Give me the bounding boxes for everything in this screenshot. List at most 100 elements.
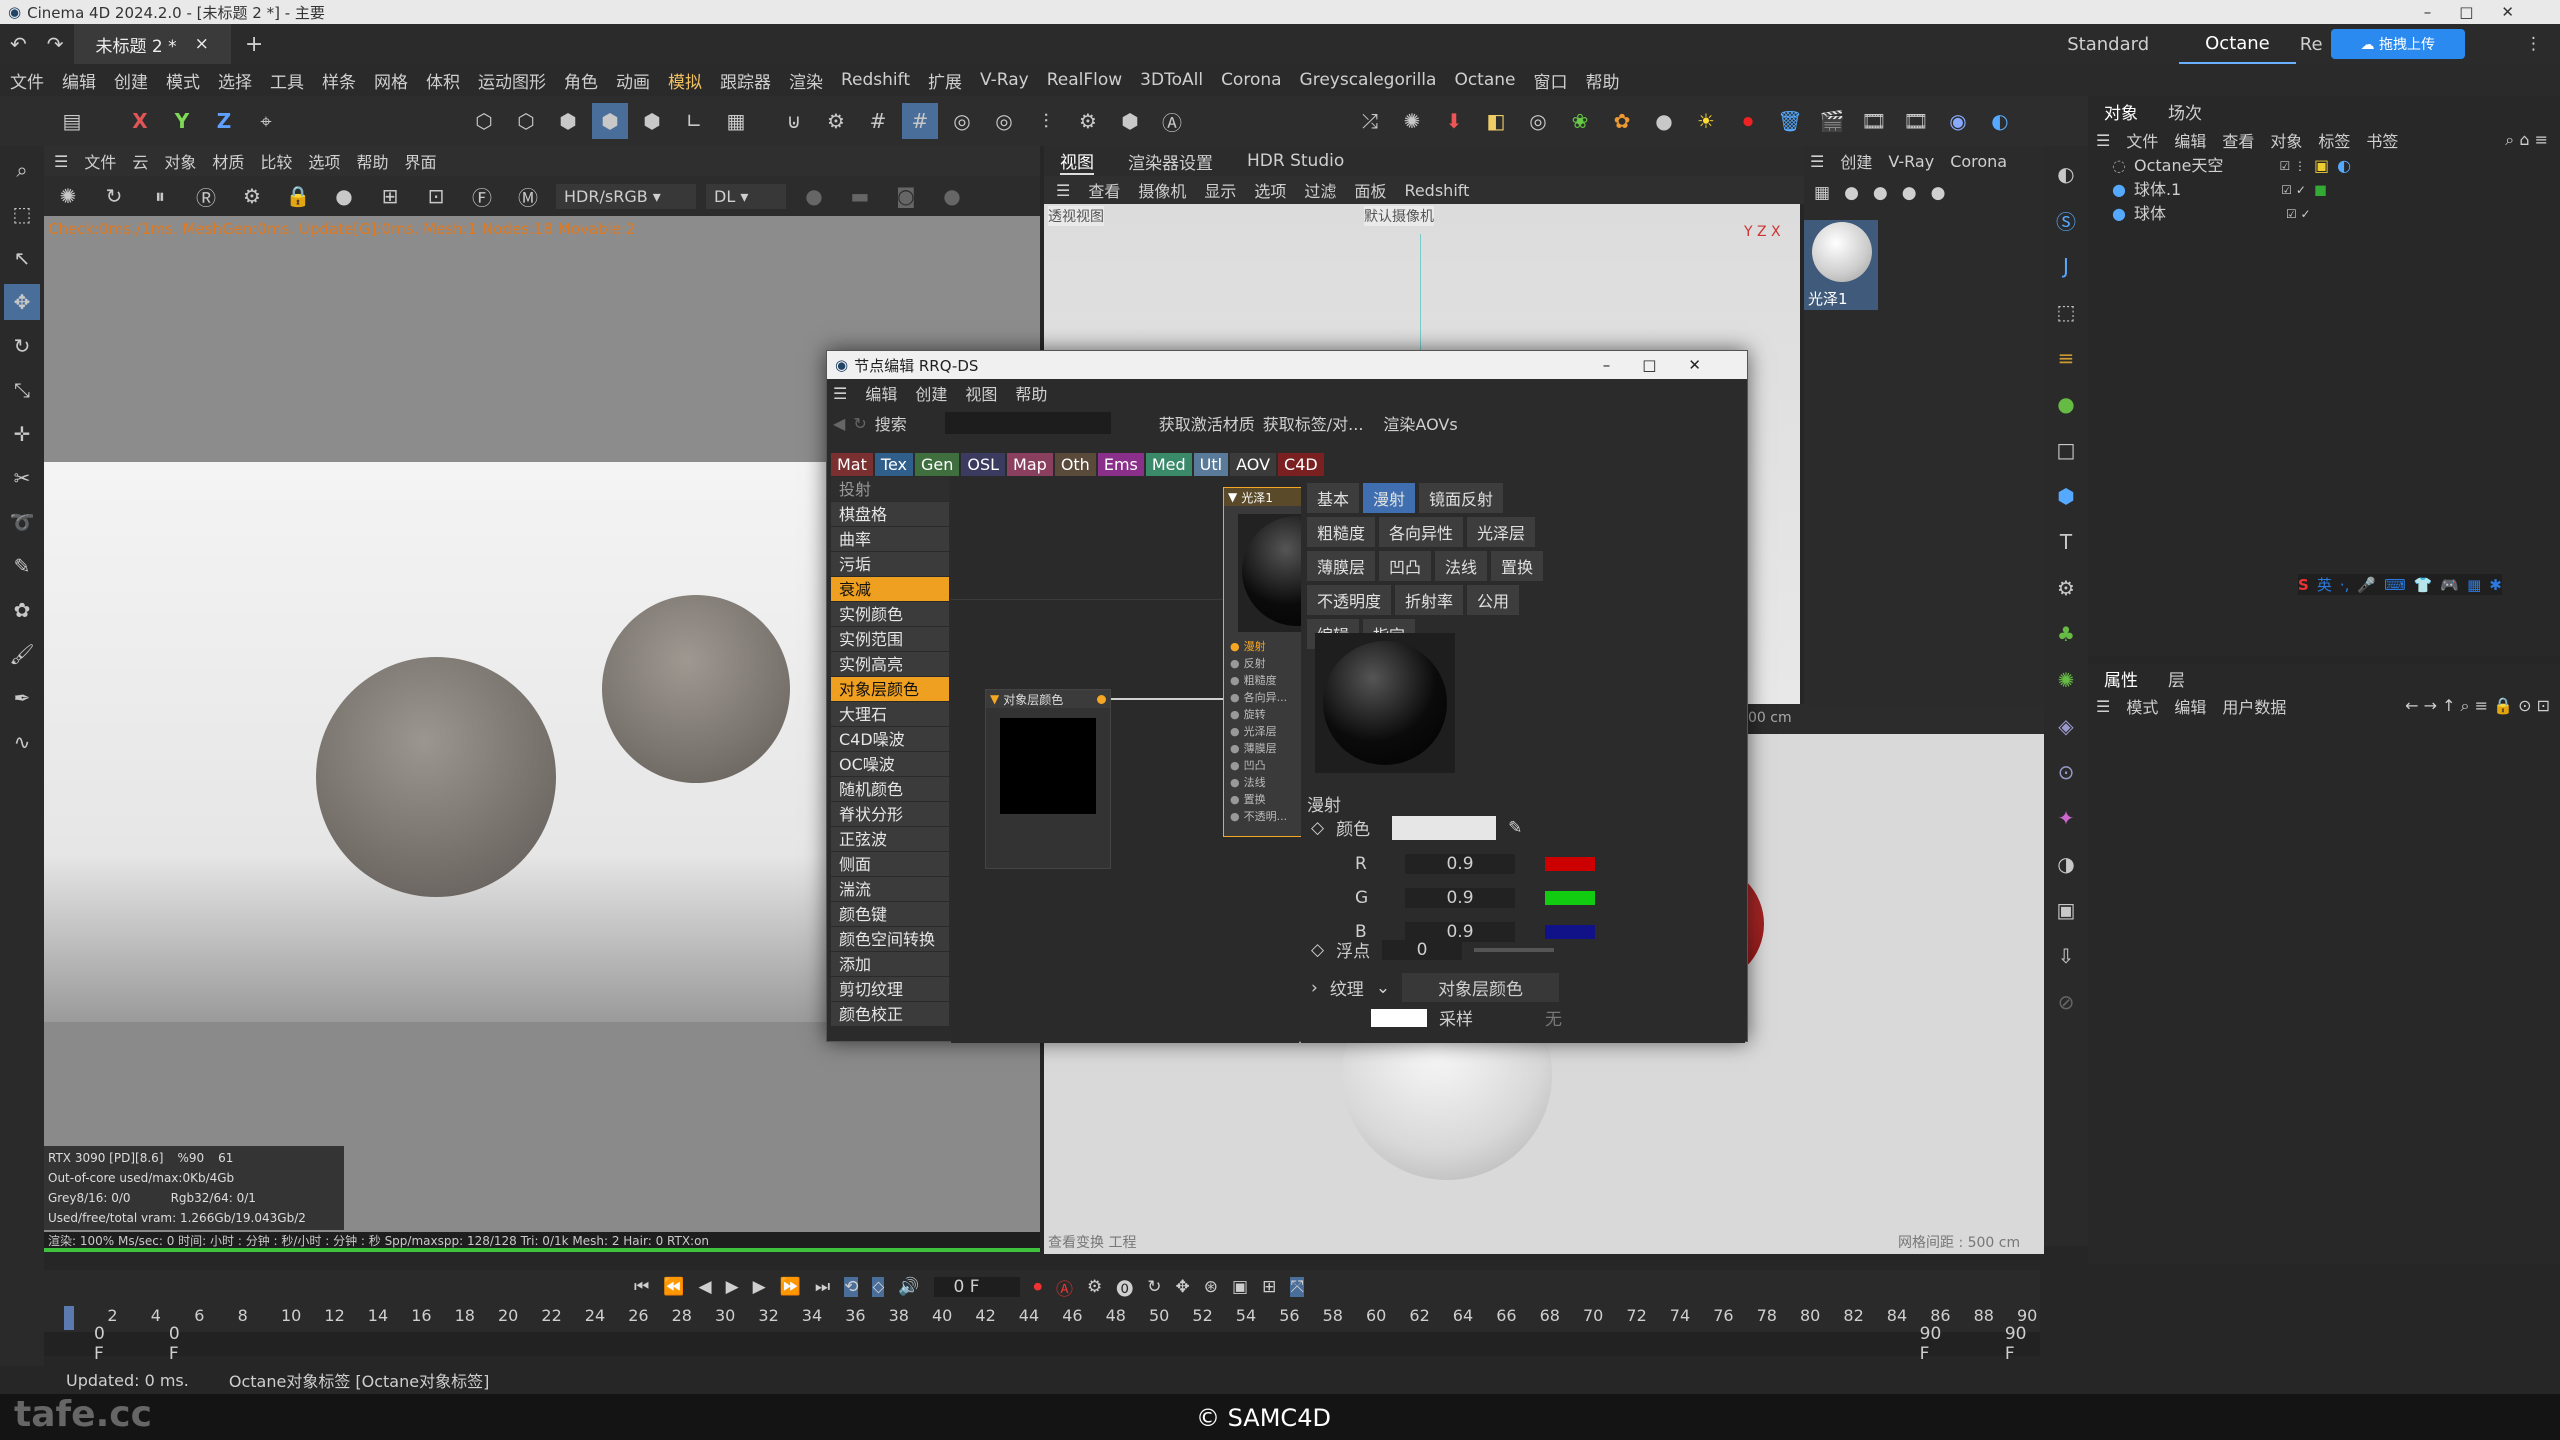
obj-menu-tags[interactable]: 标签 [2318,128,2350,152]
attr-menu-edit[interactable]: 编辑 [2174,694,2206,718]
node-tab-gen[interactable]: Gen [914,453,960,476]
node-tab-tex[interactable]: Tex [874,453,913,476]
menu-window[interactable]: 窗口 [1533,68,1567,93]
more-icon[interactable]: ⋮ [2525,34,2560,54]
node-list-item[interactable]: 脊状分形 [831,802,949,827]
node-list-item[interactable]: 剪切纹理 [831,977,949,1002]
prop-tab[interactable]: 薄膜层 [1307,551,1376,581]
octane-link-icon[interactable]: ⊙ [2048,754,2084,790]
lv-m-icon[interactable]: Ⓜ [510,178,546,214]
move-icon[interactable]: ✥ [4,284,40,320]
texture-dropdown-icon[interactable]: ⌄ [1376,978,1390,998]
material-tag-icon[interactable]: ◼ [2314,178,2327,202]
octane-video-icon[interactable]: ▣ [2048,892,2084,928]
new-tab-button[interactable]: + [231,32,277,57]
lv-render-icon[interactable]: ✺ [50,178,86,214]
menu-create[interactable]: 创建 [114,68,148,93]
ime-settings[interactable]: ✱ [2489,576,2502,594]
lv-menu-file[interactable]: 文件 [84,149,116,173]
brush-icon[interactable]: 🖌 [4,636,40,672]
menu-simulate[interactable]: 模拟 [668,68,702,93]
octane-square-icon[interactable]: □ [2048,432,2084,468]
menu-mode[interactable]: 模式 [166,68,200,93]
prop-tab[interactable]: 法线 [1435,551,1488,581]
prop-tab[interactable]: 置换 [1491,551,1544,581]
mat-sphere-icon-3[interactable]: ● [1902,183,1917,203]
attr-nav-icons[interactable]: ← → ↑ ⌕ ≡ 🔒 ⊙ ⊡ [2405,696,2560,716]
node-list-item[interactable]: 颜色空间转换 [831,927,949,952]
node-list-item[interactable]: 添加 [831,952,949,977]
key-scale-icon[interactable]: ✥ [1176,1277,1190,1297]
axis-y-toggle[interactable]: Y [164,103,200,139]
mat-sphere-icon-2[interactable]: ● [1873,183,1888,203]
mat-menu-create[interactable]: 创建 [1840,149,1872,173]
octane-export-icon[interactable]: ⇩ [2048,938,2084,974]
sound-icon[interactable]: 🔊 [898,1277,919,1297]
menu-vray[interactable]: V-Ray [980,70,1029,90]
menu-tracker[interactable]: 跟踪器 [720,68,771,93]
view-menu-panel[interactable]: 面板 [1354,178,1386,202]
node-window-controls[interactable]: –□✕ [1603,356,1747,374]
points-mode-icon[interactable]: ⬡ [466,103,502,139]
octane-text-icon[interactable]: T [2048,524,2084,560]
view-menu-redshift[interactable]: Redshift [1404,181,1469,200]
node-menu-help[interactable]: 帮助 [1015,381,1047,405]
ime-grid[interactable]: ▦ [2467,576,2481,594]
lv-filter-icon[interactable]: Ⓕ [464,178,500,214]
attr-menu-userdata[interactable]: 用户数据 [2222,694,2286,718]
octane-j-icon[interactable]: J [2048,248,2084,284]
octane-sphere-icon[interactable]: ● [1646,103,1682,139]
colorspace-select[interactable]: HDR/sRGB ▾ [556,183,696,209]
node-menu-create[interactable]: 创建 [915,381,947,405]
node-tab-aov[interactable]: AOV [1230,453,1277,476]
lv-menu-compare[interactable]: 比较 [260,149,292,173]
ime-punct[interactable]: ·, [2340,576,2350,594]
model-mode-icon[interactable]: ⬢ [592,103,628,139]
prev-key-icon[interactable]: ⏪ [663,1277,684,1297]
key-pos-icon[interactable]: ⓿ [1116,1275,1133,1300]
node-list-item[interactable]: 正弦波 [831,827,949,852]
gear-octane-icon[interactable]: ✺ [1394,103,1430,139]
upload-button[interactable]: ☁ 拖拽上传 [2330,29,2465,59]
search-icon[interactable]: ⌕ ⌂ ≡ [2505,130,2560,150]
lv-cam-icon[interactable]: ◙ [888,178,924,214]
collapse-icon[interactable]: ▼ [1228,490,1237,504]
prop-tab[interactable]: 不透明度 [1307,585,1392,615]
node-tab-ems[interactable]: Ems [1097,453,1144,476]
font-icon[interactable]: Ⓐ [1154,103,1190,139]
menu-octane[interactable]: Octane [1454,70,1515,90]
view-menu-view[interactable]: 查看 [1088,178,1120,202]
live-select-icon[interactable]: ↖ [4,240,40,276]
octane-material-icon[interactable]: ◈ [2048,708,2084,744]
node-menu-view[interactable]: 视图 [965,381,997,405]
port-dot[interactable]: ● [1230,689,1240,706]
lv-menu-objects[interactable]: 对象 [164,149,196,173]
prop-tab[interactable]: 粗糙度 [1307,517,1376,547]
key-rot-icon[interactable]: ↻ [1147,1277,1161,1297]
object-row[interactable]: ◌ Octane天空 ☑ ⋮ ▣ ◐ [2112,154,2560,178]
port-dot[interactable]: ● [1230,808,1240,825]
node-list-item[interactable]: 棋盘格 [831,502,949,527]
menu-animate[interactable]: 动画 [616,68,650,93]
undo-icon[interactable]: ↶ [0,32,37,56]
node-list-item[interactable]: OC噪波 [831,752,949,777]
octane-gear-icon[interactable]: ⚙ [2048,570,2084,606]
node-list-item[interactable]: 随机颜色 [831,777,949,802]
uv-mode-icon[interactable]: ⬢ [634,103,670,139]
menu-corona[interactable]: Corona [1221,70,1281,90]
go-end-icon[interactable]: ⏭ [815,1277,830,1297]
get-tag-object-button[interactable]: 获取标签/对... [1263,411,1364,435]
menu-mesh[interactable]: 网格 [374,68,408,93]
octane-cube-icon[interactable]: ⬢ [2048,478,2084,514]
redo-icon[interactable]: ↷ [37,32,74,56]
snap-icon[interactable]: # [902,103,938,139]
prop-tab[interactable]: 漫射 [1363,483,1416,513]
hamburger-icon[interactable]: ☰ [1056,181,1070,200]
node-tab-c4d[interactable]: C4D [1278,453,1324,476]
sample-swatch[interactable] [1371,1008,1427,1027]
node-list-item[interactable]: 大理石 [831,702,949,727]
obj-menu-file[interactable]: 文件 [2126,128,2158,152]
octane-target-icon[interactable]: ◎ [1520,103,1556,139]
mat-blend-icon[interactable]: ▦ [1814,183,1830,203]
shuffle-icon[interactable]: ⤮ [1352,103,1388,139]
